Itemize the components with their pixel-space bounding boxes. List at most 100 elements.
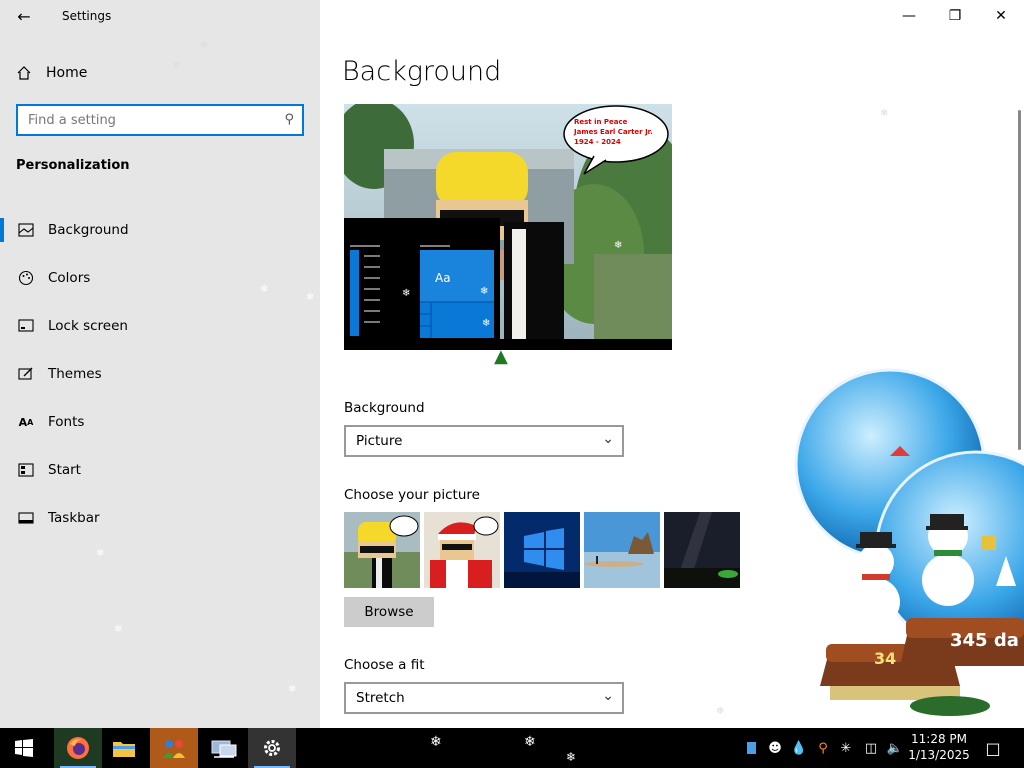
clock-time: 11:28 PM [911, 732, 967, 746]
sidebar-item-background[interactable]: Background [0, 206, 320, 254]
speech-line-1: Rest in Peace [574, 118, 628, 126]
network-icon: ◫ [864, 740, 878, 756]
back-button[interactable]: ← [10, 6, 38, 28]
close-button[interactable]: ✕ [978, 0, 1024, 32]
snowflake-icon: ❄ [716, 706, 725, 717]
start-icon [18, 462, 34, 478]
tray-item[interactable]: ◫ [860, 728, 882, 768]
sidebar-item-label: Colors [48, 270, 91, 286]
clock-date: 1/13/2025 [908, 748, 970, 762]
settings-gear-icon [264, 740, 280, 756]
windows-start-icon [15, 739, 33, 757]
snowflake-icon: ❄ [524, 734, 536, 750]
background-dropdown[interactable]: Picture ⌄ [344, 425, 624, 457]
start-button[interactable] [0, 728, 48, 768]
browse-button[interactable]: Browse [344, 597, 434, 627]
sidebar-item-start[interactable]: Start [0, 446, 320, 494]
app-title: Settings [62, 9, 112, 23]
people-tray-icon: ☻ [768, 740, 782, 756]
picture-thumbnail[interactable] [664, 512, 740, 588]
background-dropdown-value: Picture [356, 433, 403, 449]
action-center-button[interactable]: □ [978, 728, 1008, 768]
file-explorer-icon [113, 742, 135, 757]
lock-screen-icon [18, 318, 34, 334]
picture-thumbnail[interactable] [504, 512, 580, 588]
background-preview: Rest in Peace James Earl Carter Jr. 1924… [344, 104, 672, 350]
preview-image: Rest in Peace James Earl Carter Jr. 1924… [344, 104, 672, 350]
minimize-button[interactable]: — [886, 0, 932, 32]
sidebar-item-themes[interactable]: Themes [0, 350, 320, 398]
taskbar-firefox[interactable] [54, 728, 102, 768]
globe-days-text: 345 da [950, 630, 1019, 651]
network-app-icon [211, 740, 237, 758]
speech-line-3: 1924 - 2024 [574, 138, 621, 146]
picture-thumbnails [344, 512, 740, 588]
taskbar-clock[interactable]: 11:28 PM 1/13/2025 [906, 731, 972, 763]
search-box[interactable]: ⚲ [16, 104, 304, 136]
snowflake-icon: ❄ [880, 108, 889, 119]
fonts-icon: AA [18, 415, 34, 429]
sidebar-item-label: Lock screen [48, 318, 128, 334]
search-magnifier-tray-icon: ⚲ [818, 740, 828, 756]
sidebar-item-label: Themes [48, 366, 102, 382]
sidebar-item-label: Taskbar [48, 510, 100, 526]
blue-square-tray-icon [746, 742, 756, 754]
tray-item[interactable] [742, 728, 760, 768]
title-bar: ← Settings [0, 0, 320, 32]
tray-item[interactable]: ☻ [764, 728, 786, 768]
snow-globe-overlay: 345 da 34 [790, 366, 1024, 728]
back-arrow-icon: ← [17, 7, 31, 26]
home-link[interactable]: Home [16, 62, 87, 84]
section-title: Personalization [16, 158, 130, 173]
taskbar: ❄ ❄ ❄ ☻ 💧 ⚲ ✳ ◫ 🔈 11:28 PM 1/13/2025 □ [0, 728, 1024, 768]
taskbar-icon [18, 510, 34, 526]
home-label: Home [46, 65, 88, 81]
page-title: Background [342, 56, 502, 87]
chevron-down-icon: ⌄ [602, 688, 614, 704]
picture-thumbnail[interactable] [344, 512, 420, 588]
sidebar-item-taskbar[interactable]: Taskbar [0, 494, 320, 542]
fit-dropdown-value: Stretch [356, 690, 405, 706]
sidebar-item-label: Fonts [48, 414, 85, 430]
search-icon[interactable]: ⚲ [284, 112, 294, 127]
people-app-icon [163, 740, 185, 758]
search-input[interactable] [28, 111, 268, 129]
tray-item[interactable]: 🔈 [884, 728, 906, 768]
sidebar-item-fonts[interactable]: AA Fonts [0, 398, 320, 446]
picture-thumbnail[interactable] [424, 512, 500, 588]
sidebar-nav: Background Colors Lock screen Themes AA … [0, 206, 320, 542]
notification-icon: □ [985, 738, 1001, 758]
globe-days-text-2: 34 [874, 649, 896, 668]
sidebar-item-label: Start [48, 462, 81, 478]
sidebar-item-label: Background [48, 222, 129, 238]
restore-icon: ❐ [948, 8, 962, 24]
taskbar-file-explorer[interactable] [100, 728, 148, 768]
tray-item[interactable]: ⚲ [812, 728, 834, 768]
firefox-icon [67, 737, 89, 759]
picture-icon [18, 222, 34, 238]
minimize-icon: — [902, 8, 916, 24]
sidebar-item-colors[interactable]: Colors [0, 254, 320, 302]
sidebar-item-lock-screen[interactable]: Lock screen [0, 302, 320, 350]
taskbar-network-app[interactable] [200, 728, 248, 768]
snowflake-icon: ❄ [430, 734, 442, 750]
themes-icon [18, 366, 34, 382]
picture-thumbnail[interactable] [584, 512, 660, 588]
tray-item[interactable]: 💧 [790, 728, 808, 768]
restore-button[interactable]: ❐ [932, 0, 978, 32]
palette-icon [18, 270, 34, 286]
taskbar-settings[interactable] [248, 728, 296, 768]
christmas-tree-icon: ▲ [494, 346, 508, 367]
home-icon [17, 66, 31, 80]
choose-picture-label: Choose your picture [344, 487, 480, 503]
tray-item[interactable]: ✳ [836, 728, 856, 768]
sidebar: ← Settings Home ⚲ Personalization Backgr… [0, 0, 320, 728]
taskbar-people-app[interactable] [150, 728, 198, 768]
speech-line-2: James Earl Carter Jr. [573, 128, 653, 136]
choose-fit-label: Choose a fit [344, 657, 425, 673]
background-label: Background [344, 400, 425, 416]
fit-dropdown[interactable]: Stretch ⌄ [344, 682, 624, 714]
close-icon: ✕ [995, 8, 1007, 24]
chevron-down-icon: ⌄ [602, 431, 614, 447]
volume-icon: 🔈 [886, 740, 904, 756]
